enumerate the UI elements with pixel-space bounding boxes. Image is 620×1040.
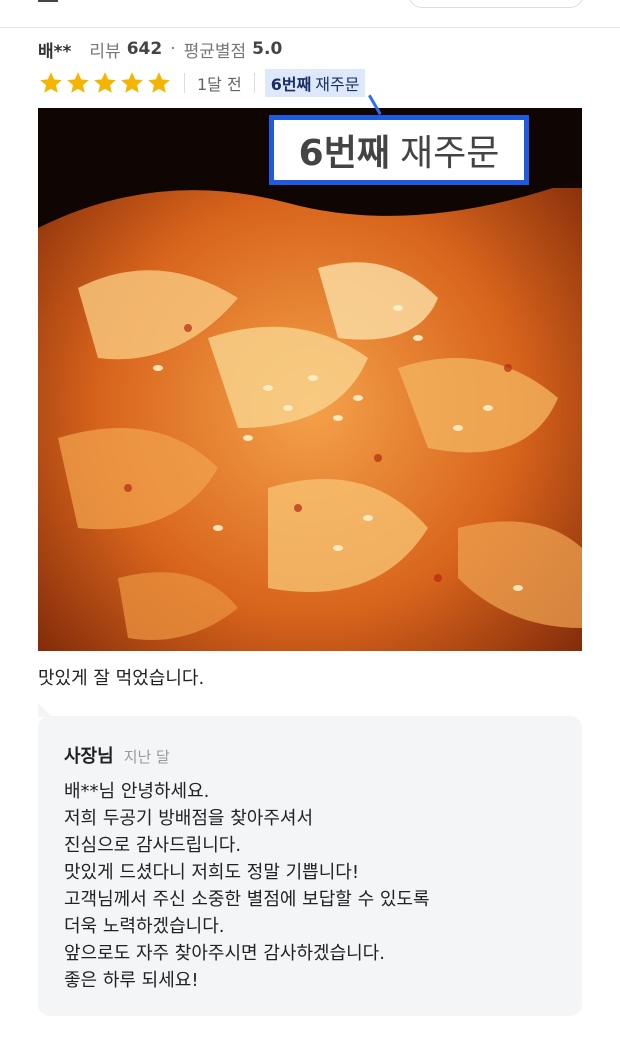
review-date: 1달 전 [197,75,242,94]
average-rating-label: 평균별점 [183,41,247,62]
review-photo[interactable] [38,108,582,651]
stats-separator: · [170,39,176,59]
reorder-label: 재주문 [315,75,360,94]
star-rating [38,70,172,96]
reply-line: 더욱 노력하겠습니다. [64,916,225,937]
reply-bubble-tail [38,703,52,717]
review-header: 배** 리뷰 642 · 평균별점 5.0 [38,37,283,62]
reply-header: 사장님 지난 달 [64,742,170,768]
reorder-count: 6번째 [270,75,312,94]
star-icon [121,72,143,93]
reply-date: 지난 달 [123,748,170,766]
reply-line: 진심으로 감사드립니다. [64,835,242,856]
review-count: 642 [126,39,163,59]
divider [184,73,185,93]
reply-line: 저희 두공기 방배점을 찾아주셔서 [64,808,314,829]
average-rating: 5.0 [252,39,283,59]
star-icon [94,72,116,93]
star-icon [67,72,89,93]
reply-line: 앞으로도 자주 찾아주시면 감사하겠습니다. [64,943,385,964]
star-icon [148,72,170,93]
reviewer-name: 배** [38,41,72,62]
reply-line: 배**님 안녕하세요. [64,781,210,802]
food-photo-illustration [38,108,582,651]
reply-line: 좋은 하루 되세요! [64,970,199,991]
top-bar [0,0,620,28]
reply-line: 맛있게 드셨다니 저희도 정말 기쁩니다! [64,862,360,883]
callout-count: 6번째 [298,133,390,174]
reorder-callout: 6번째 재주문 [269,115,529,185]
owner-label: 사장님 [64,746,114,767]
menu-icon[interactable] [38,0,58,2]
review-text: 맛있게 잘 먹었습니다. [38,668,205,689]
reply-line: 고객님께서 주신 소중한 별점에 보답할 수 있도록 [64,889,430,910]
callout-label: 재주문 [399,133,500,174]
divider [253,73,255,93]
owner-reply: 사장님 지난 달 배**님 안녕하세요. 저희 두공기 방배점을 찾아주셔서 진… [38,716,582,1016]
reorder-badge: 6번째 재주문 [264,69,366,97]
review-meta: 1달 전 6번째 재주문 [38,68,366,98]
reply-text: 배**님 안녕하세요. 저희 두공기 방배점을 찾아주셔서 진심으로 감사드립니… [64,778,430,994]
review-count-label: 리뷰 [89,41,121,62]
search-input[interactable] [408,0,584,8]
star-icon [40,72,62,93]
